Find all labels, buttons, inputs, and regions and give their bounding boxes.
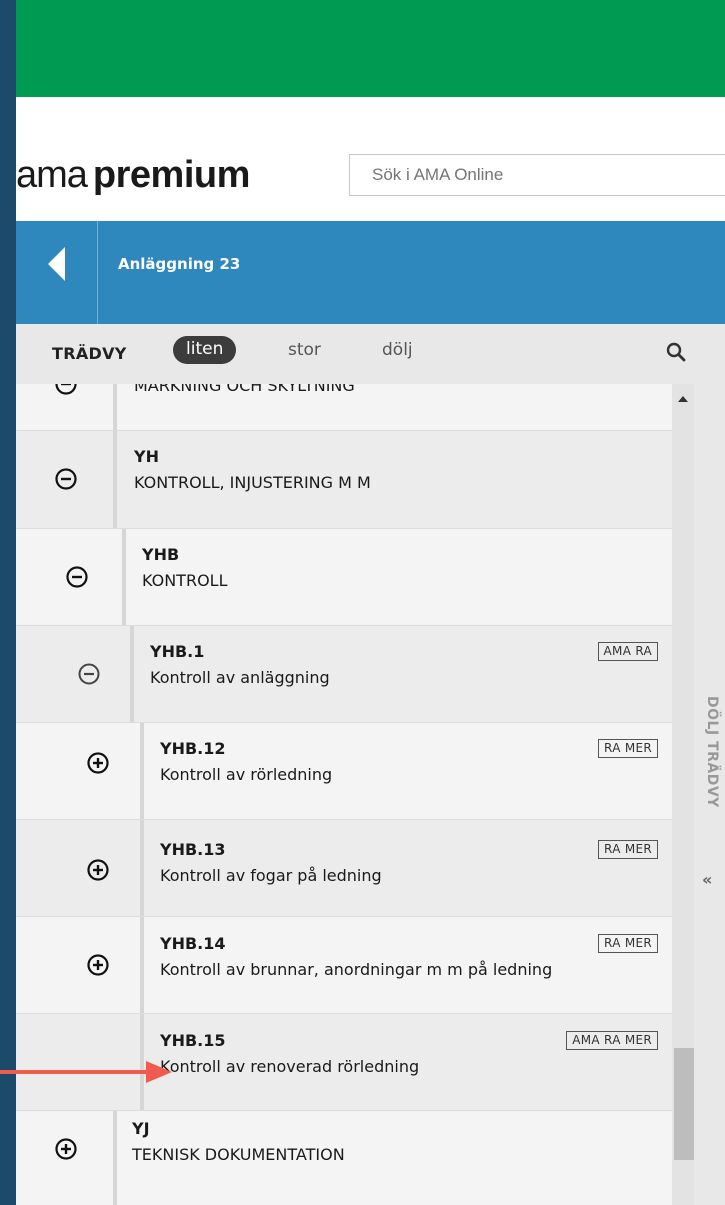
- tree-list: MARKNING OCH SKYLTNING YH KONTROLL, INJU…: [16, 384, 672, 1205]
- navigation-bar: Anläggning 23: [16, 221, 725, 324]
- tree-item-code: YHB.14: [160, 934, 226, 953]
- scrollbar-thumb[interactable]: [674, 1048, 694, 1160]
- treeview-title: TRÄDVY: [52, 344, 127, 363]
- logo-premium: premium: [92, 154, 250, 196]
- tree-item-badge: RA MER: [598, 934, 658, 953]
- back-button[interactable]: [16, 221, 98, 324]
- double-chevron-left-icon: «: [702, 870, 713, 889]
- tree-row-YJ[interactable]: YJ TEKNISK DOKUMENTATION: [16, 1111, 672, 1205]
- collapse-icon[interactable]: [54, 467, 78, 491]
- tree-row-partial[interactable]: MARKNING OCH SKYLTNING: [16, 384, 672, 431]
- expand-icon[interactable]: [54, 1137, 78, 1161]
- tree-item-code: YHB.15: [160, 1031, 226, 1050]
- tree-row-YHB-12[interactable]: YHB.12 Kontroll av rörledning RA MER: [16, 723, 672, 820]
- tree-item-title: Kontroll av rörledning: [160, 765, 333, 784]
- tree-item-code: YHB.12: [160, 739, 226, 758]
- collapse-icon[interactable]: [77, 662, 101, 686]
- hide-treeview-panel[interactable]: DÖLJ TRÄDVY «: [694, 384, 725, 1205]
- tree-item-title: MARKNING OCH SKYLTNING: [134, 384, 355, 395]
- tree-item-badge: AMA RA: [597, 642, 658, 661]
- top-green-bar: [16, 0, 725, 97]
- tree-item-title: Kontroll av renoverad rörledning: [160, 1057, 420, 1076]
- tree-item-title: KONTROLL: [142, 571, 228, 590]
- treeview-size-small[interactable]: liten: [173, 336, 237, 364]
- expand-icon[interactable]: [86, 751, 110, 775]
- tree-item-title: Kontroll av brunnar, anordningar m m på …: [160, 960, 553, 979]
- scroll-up-arrow-icon[interactable]: [678, 396, 688, 402]
- tree-item-title: Kontroll av fogar på ledning: [160, 866, 382, 885]
- tree-row-YH[interactable]: YH KONTROLL, INJUSTERING M M: [16, 431, 672, 529]
- tree-item-code: YHB.13: [160, 840, 226, 859]
- expand-icon[interactable]: [86, 953, 110, 977]
- tree-row-YHB-14[interactable]: YHB.14 Kontroll av brunnar, anordningar …: [16, 917, 672, 1014]
- tree-row-YHB[interactable]: YHB KONTROLL: [16, 529, 672, 626]
- tree-item-code: YHB: [142, 545, 180, 564]
- tree-item-title: Kontroll av anläggning: [150, 668, 330, 687]
- treeview-toolbar: TRÄDVY liten stor dölj: [16, 324, 725, 384]
- tree-row-YHB-15[interactable]: YHB.15 Kontroll av renoverad rörledning …: [16, 1014, 672, 1111]
- collapse-icon[interactable]: [65, 565, 89, 589]
- treeview-hide[interactable]: dölj: [382, 340, 413, 360]
- tree-row-YHB-1[interactable]: YHB.1 Kontroll av anläggning AMA RA: [16, 626, 672, 723]
- tree-item-title: KONTROLL, INJUSTERING M M: [134, 473, 371, 492]
- tree-item-badge: RA MER: [598, 840, 658, 859]
- tree-item-code: YHB.1: [150, 642, 205, 661]
- breadcrumb[interactable]: Anläggning 23: [118, 255, 240, 273]
- tree-item-title: TEKNISK DOKUMENTATION: [132, 1145, 345, 1164]
- annotation-arrow-icon: [146, 1061, 172, 1083]
- app-window: amapremium Anläggning 23 TRÄDVY liten st…: [16, 0, 725, 1205]
- header: ama premium: [16, 97, 725, 221]
- expand-icon[interactable]: [86, 858, 110, 882]
- tree-item-badge: RA MER: [598, 739, 658, 758]
- hide-treeview-label: DÖLJ TRÄDVY: [704, 696, 720, 808]
- annotation-arrow-line: [0, 1070, 150, 1074]
- tree-item-badge: AMA RA MER: [566, 1031, 658, 1050]
- tree-scrollbar[interactable]: [672, 384, 694, 1205]
- collapse-icon[interactable]: [54, 384, 78, 396]
- tree-item-code: YH: [134, 447, 159, 466]
- tree-item-code: YJ: [132, 1119, 150, 1138]
- back-arrow-icon: [48, 247, 65, 281]
- logo-ama: ama: [16, 154, 88, 196]
- ama-premium-logo[interactable]: ama premium: [16, 155, 250, 195]
- tree-row-YHB-13[interactable]: YHB.13 Kontroll av fogar på ledning RA M…: [16, 820, 672, 917]
- treeview-size-large[interactable]: stor: [288, 340, 321, 360]
- search-input[interactable]: [349, 154, 725, 196]
- search-icon[interactable]: [664, 340, 688, 364]
